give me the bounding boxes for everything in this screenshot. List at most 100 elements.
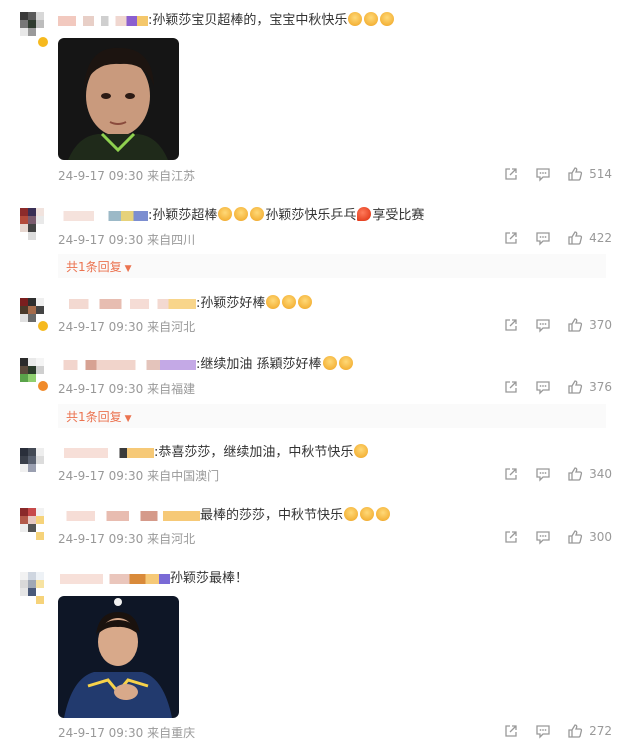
comment-text: :孙颖莎宝贝超棒的，宝宝中秋快乐 [148, 13, 348, 28]
avatar[interactable] [20, 508, 52, 540]
comment-text-part: 享受比赛 [372, 208, 425, 223]
thumbs-up-icon[interactable] [567, 230, 583, 246]
heart-face-emoji-icon [322, 356, 337, 370]
heart-eyes-emoji-icon [266, 295, 281, 309]
like-count: 272 [589, 724, 612, 738]
heart-face-emoji-icon [338, 356, 353, 370]
comment-text-part: 孙颖莎快乐乒乓 [265, 208, 357, 223]
comment-text: :继续加油 孫穎莎好棒 [196, 357, 322, 372]
heart-eyes-emoji-icon [218, 207, 233, 221]
view-replies-link[interactable]: 共1条回复 ▼ [66, 408, 132, 425]
like-count: 422 [589, 231, 612, 245]
comment-time: 24-9-17 09:30 [58, 726, 144, 740]
comment-item: :孙颖莎超棒 孙颖莎快乐乒乓 享受比赛 24-9-17 09:30 来自四川 422… [0, 200, 620, 280]
comment-text: :孙颖莎好棒 [196, 296, 266, 311]
username-blurred[interactable] [58, 573, 170, 584]
comment-location: 来自河北 [147, 320, 196, 334]
comment-location: 来自福建 [147, 382, 196, 396]
avatar[interactable] [20, 208, 52, 240]
comment-location: 来自中国澳门 [147, 469, 220, 483]
comment-icon[interactable] [535, 166, 551, 182]
reply-count-label: 共1条回复 [66, 260, 122, 274]
heart-eyes-emoji-icon [376, 507, 391, 521]
like-count: 370 [589, 318, 612, 332]
comment-actions: 340 [487, 466, 612, 482]
heart-eyes-emoji-icon [250, 207, 265, 221]
comment-meta: 24-9-17 09:30 来自中国澳门 [58, 467, 219, 484]
comment-icon[interactable] [535, 723, 551, 739]
comment-meta: 24-9-17 09:30 来自重庆 [58, 724, 195, 741]
heart-eyes-emoji-icon [234, 207, 249, 221]
view-replies-link[interactable]: 共1条回复 ▼ [66, 258, 132, 275]
ping-pong-emoji-icon [357, 207, 372, 221]
comment-actions: 514 [487, 166, 612, 182]
reply-count-label: 共1条回复 [66, 410, 122, 424]
share-icon[interactable] [503, 529, 519, 545]
thumbs-up-icon[interactable] [567, 166, 583, 182]
comment-item: 孙颖莎最棒！ 24-9-17 09:30 来自重庆 272 [0, 566, 620, 748]
username-blurred[interactable] [58, 298, 196, 309]
comment-actions: 376 [487, 379, 612, 395]
like-count: 300 [589, 530, 612, 544]
comment-content: :恭喜莎莎，继续加油，中秋节快乐 [58, 444, 369, 462]
comment-text: :孙颖莎超棒 [148, 208, 218, 223]
comment-text: 最棒的莎莎，中秋节快乐 [200, 508, 344, 523]
comment-meta: 24-9-17 09:30 来自河北 [58, 318, 195, 335]
comment-content: :孙颖莎超棒 孙颖莎快乐乒乓 享受比赛 [58, 207, 424, 225]
like-count: 340 [589, 467, 612, 481]
comment-icon[interactable] [535, 529, 551, 545]
avatar[interactable] [20, 448, 52, 480]
player-portrait-image [58, 38, 179, 160]
comment-text: 孙颖莎最棒！ [170, 571, 249, 586]
kiss-emoji-icon [348, 12, 363, 26]
comment-meta: 24-9-17 09:30 来自江苏 [58, 167, 195, 184]
comment-icon[interactable] [535, 317, 551, 333]
comment-icon[interactable] [535, 466, 551, 482]
comment-icon[interactable] [535, 230, 551, 246]
comment-actions: 300 [487, 529, 612, 545]
comment-actions: 422 [487, 230, 612, 246]
comment-meta: 24-9-17 09:30 来自河北 [58, 530, 195, 547]
comment-photo[interactable] [58, 38, 179, 160]
thumbs-up-icon[interactable] [567, 466, 583, 482]
username-blurred[interactable] [58, 510, 200, 521]
comment-item: :继续加油 孫穎莎好棒 24-9-17 09:30 来自福建 376 共1条回复… [0, 350, 620, 432]
thumbs-up-icon[interactable] [567, 529, 583, 545]
username-blurred[interactable] [58, 210, 148, 221]
comment-meta: 24-9-17 09:30 来自四川 [58, 231, 195, 248]
player-serving-image [58, 596, 179, 718]
comment-photo[interactable] [58, 596, 179, 718]
username-blurred[interactable] [58, 15, 148, 26]
comment-time: 24-9-17 09:30 [58, 382, 144, 396]
kiss-emoji-icon [364, 12, 379, 26]
comment-location: 来自四川 [147, 233, 196, 247]
comment-icon[interactable] [535, 379, 551, 395]
avatar[interactable] [20, 572, 52, 604]
comment-content: 孙颖莎最棒！ [58, 570, 248, 588]
comment-time: 24-9-17 09:30 [58, 233, 144, 247]
share-icon[interactable] [503, 166, 519, 182]
username-blurred[interactable] [58, 359, 196, 370]
thumbs-up-icon[interactable] [567, 723, 583, 739]
share-icon[interactable] [503, 230, 519, 246]
share-icon[interactable] [503, 723, 519, 739]
like-count: 514 [589, 167, 612, 181]
thumbs-up-icon[interactable] [567, 379, 583, 395]
comment-item: :孙颖莎好棒 24-9-17 09:30 来自河北 370 [0, 290, 620, 346]
comment-time: 24-9-17 09:30 [58, 469, 144, 483]
thumbs-up-icon[interactable] [567, 317, 583, 333]
share-icon[interactable] [503, 317, 519, 333]
comment-content: :继续加油 孫穎莎好棒 [58, 356, 354, 374]
kiss-emoji-icon [380, 12, 395, 26]
comment-text: :恭喜莎莎，继续加油，中秋节快乐 [154, 445, 354, 460]
heart-eyes-emoji-icon [360, 507, 375, 521]
share-icon[interactable] [503, 379, 519, 395]
comment-meta: 24-9-17 09:30 来自福建 [58, 380, 195, 397]
comment-content: 最棒的莎莎，中秋节快乐 [58, 507, 391, 525]
chevron-down-icon: ▼ [124, 414, 132, 424]
share-icon[interactable] [503, 466, 519, 482]
comment-content: :孙颖莎宝贝超棒的，宝宝中秋快乐 [58, 12, 395, 30]
comment-item: 最棒的莎莎，中秋节快乐 24-9-17 09:30 来自河北 300 [0, 502, 620, 558]
verified-badge-icon [37, 320, 49, 332]
username-blurred[interactable] [58, 447, 154, 458]
